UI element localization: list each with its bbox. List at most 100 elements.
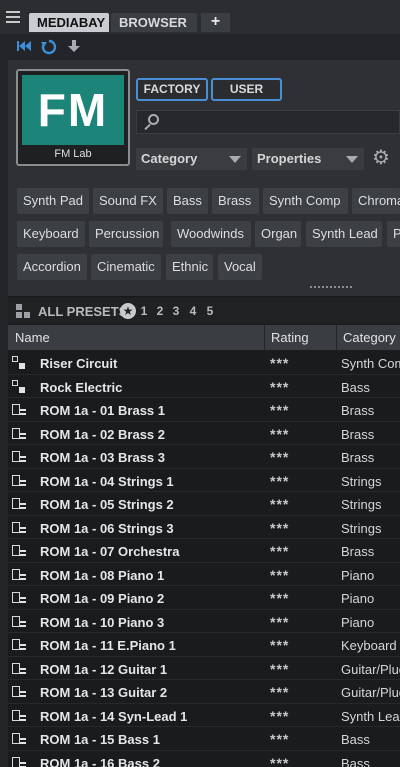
- preset-rating[interactable]: ***: [270, 755, 289, 767]
- table-row[interactable]: ROM 1a - 10 Piano 3 *** Piano: [8, 610, 400, 633]
- preset-category: Bass: [341, 755, 370, 767]
- preset-rating[interactable]: ***: [270, 708, 289, 724]
- preset-rating[interactable]: ***: [270, 496, 289, 512]
- star-icon[interactable]: ★: [120, 303, 136, 319]
- preset-rating[interactable]: ***: [270, 449, 289, 465]
- table-row[interactable]: ROM 1a - 09 Piano 2 *** Piano: [8, 586, 400, 610]
- preset-rating[interactable]: ***: [270, 379, 289, 395]
- instrument-logo[interactable]: FM FM Lab: [16, 69, 130, 166]
- properties-dropdown[interactable]: Properties: [252, 148, 364, 170]
- rating-filter-3[interactable]: 3: [170, 304, 182, 318]
- table-row[interactable]: ROM 1a - 14 Syn-Lead 1 *** Synth Lead: [8, 704, 400, 727]
- preset-rating[interactable]: ***: [270, 637, 289, 653]
- table-row[interactable]: ROM 1a - 13 Guitar 2 *** Guitar/Pluck: [8, 680, 400, 704]
- category-chip[interactable]: Cinematic: [91, 254, 161, 280]
- preset-category: Synth Comp: [341, 356, 400, 371]
- preset-name: ROM 1a - 03 Brass 3: [40, 450, 166, 465]
- category-chip[interactable]: Piano: [387, 221, 400, 247]
- rating-filter-4[interactable]: 4: [187, 304, 199, 318]
- rom-preset-icon: [12, 638, 26, 652]
- add-tab-button[interactable]: +: [201, 13, 230, 32]
- table-row[interactable]: ROM 1a - 16 Bass 2 *** Bass: [8, 751, 400, 767]
- preset-rating[interactable]: ***: [270, 731, 289, 747]
- instrument-name: FM Lab: [54, 148, 92, 160]
- table-row[interactable]: ROM 1a - 02 Brass 2 *** Brass: [8, 422, 400, 445]
- download-icon[interactable]: [66, 39, 82, 55]
- user-button[interactable]: USER: [211, 78, 282, 101]
- table-row[interactable]: ROM 1a - 11 E.Piano 1 *** Keyboard: [8, 633, 400, 657]
- preset-category: Brass: [341, 426, 375, 442]
- category-chip[interactable]: Keyboard: [17, 221, 85, 247]
- table-row[interactable]: ROM 1a - 05 Strings 2 *** Strings: [8, 492, 400, 516]
- table-row[interactable]: ROM 1a - 07 Orchestra *** Brass: [8, 539, 400, 563]
- category-chip[interactable]: Woodwinds: [171, 221, 251, 247]
- preset-name: ROM 1a - 07 Orchestra: [40, 544, 180, 559]
- table-row[interactable]: Riser Circuit *** Synth Comp: [8, 351, 400, 375]
- category-chip[interactable]: Chromatic Perc: [352, 188, 400, 214]
- menu-icon[interactable]: [4, 8, 22, 28]
- preset-rating[interactable]: ***: [270, 355, 289, 371]
- table-row[interactable]: Rock Electric *** Bass: [8, 375, 400, 398]
- skip-to-start-icon[interactable]: [16, 39, 32, 55]
- rom-preset-icon: [12, 662, 26, 676]
- table-row[interactable]: ROM 1a - 12 Guitar 1 *** Guitar/Pluck: [8, 657, 400, 680]
- tab-browser[interactable]: BROWSER: [111, 13, 197, 32]
- rom-preset-icon: [12, 591, 26, 605]
- category-chip[interactable]: Ethnic: [166, 254, 213, 280]
- rating-filter-1[interactable]: 1: [138, 304, 150, 318]
- preset-rating[interactable]: ***: [270, 567, 289, 583]
- table-row[interactable]: ROM 1a - 06 Strings 3 *** Strings: [8, 516, 400, 539]
- column-header-rating[interactable]: Rating: [271, 330, 309, 345]
- preset-rating[interactable]: ***: [270, 543, 289, 559]
- preset-rating[interactable]: ***: [270, 473, 289, 489]
- rating-filter-2[interactable]: 2: [154, 304, 166, 318]
- presets-bar: ALL PRESETS ★ 1 2 3 4 5: [8, 298, 400, 324]
- table-row[interactable]: ROM 1a - 04 Strings 1 *** Strings: [8, 469, 400, 492]
- category-chip[interactable]: Synth Comp: [263, 188, 348, 214]
- preset-name: Rock Electric: [40, 379, 123, 395]
- preset-rating[interactable]: ***: [270, 590, 289, 606]
- rating-filter-5[interactable]: 5: [204, 304, 216, 318]
- preset-rating[interactable]: ***: [270, 614, 289, 630]
- chevron-down-icon: [229, 156, 241, 163]
- column-divider[interactable]: [336, 325, 337, 350]
- category-chip[interactable]: Synth Lead: [306, 221, 382, 247]
- category-chip[interactable]: Accordion: [17, 254, 87, 280]
- table-row[interactable]: ROM 1a - 08 Piano 1 *** Piano: [8, 563, 400, 586]
- table-row[interactable]: ROM 1a - 15 Bass 1 *** Bass: [8, 727, 400, 751]
- sync-icon[interactable]: [41, 39, 57, 55]
- factory-button[interactable]: FACTORY: [136, 78, 208, 101]
- category-chip[interactable]: Organ: [255, 221, 301, 247]
- category-chip[interactable]: Percussion: [89, 221, 163, 247]
- tab-bar: MEDIABAY BROWSER +: [0, 0, 400, 34]
- category-chip[interactable]: Synth Pad: [17, 188, 89, 214]
- table-row[interactable]: ROM 1a - 03 Brass 3 *** Brass: [8, 445, 400, 469]
- search-icon: [143, 113, 161, 131]
- column-header-name[interactable]: Name: [15, 330, 50, 345]
- category-dropdown[interactable]: Category: [136, 148, 247, 170]
- preset-category: Bass: [341, 379, 370, 395]
- table-row[interactable]: ROM 1a - 01 Brass 1 *** Brass: [8, 398, 400, 422]
- search-input[interactable]: [136, 110, 400, 134]
- preset-category: Piano: [341, 614, 375, 630]
- category-chip[interactable]: Bass: [167, 188, 208, 214]
- presets-title[interactable]: ALL PRESETS: [38, 304, 127, 319]
- preset-category: Keyboard: [341, 638, 397, 653]
- preset-category: Brass: [341, 544, 375, 559]
- instrument-panel: FM FM Lab FACTORY USER Category Properti…: [8, 60, 400, 296]
- preset-rating[interactable]: ***: [270, 661, 289, 677]
- preset-rating[interactable]: ***: [270, 426, 289, 442]
- preset-rating[interactable]: ***: [270, 684, 289, 700]
- resize-handle[interactable]: [310, 286, 352, 290]
- category-chip[interactable]: Brass: [212, 188, 259, 214]
- column-divider[interactable]: [264, 325, 265, 350]
- preset-category: Piano: [341, 567, 375, 583]
- category-dropdown-label: Category: [141, 151, 198, 166]
- column-header-category[interactable]: Category: [343, 330, 396, 345]
- category-chip[interactable]: Vocal: [218, 254, 262, 280]
- preset-rating[interactable]: ***: [270, 402, 289, 418]
- tab-mediabay[interactable]: MEDIABAY: [29, 13, 109, 32]
- gear-icon[interactable]: ⚙: [370, 147, 392, 169]
- preset-rating[interactable]: ***: [270, 520, 289, 536]
- category-chip[interactable]: Sound FX: [93, 188, 163, 214]
